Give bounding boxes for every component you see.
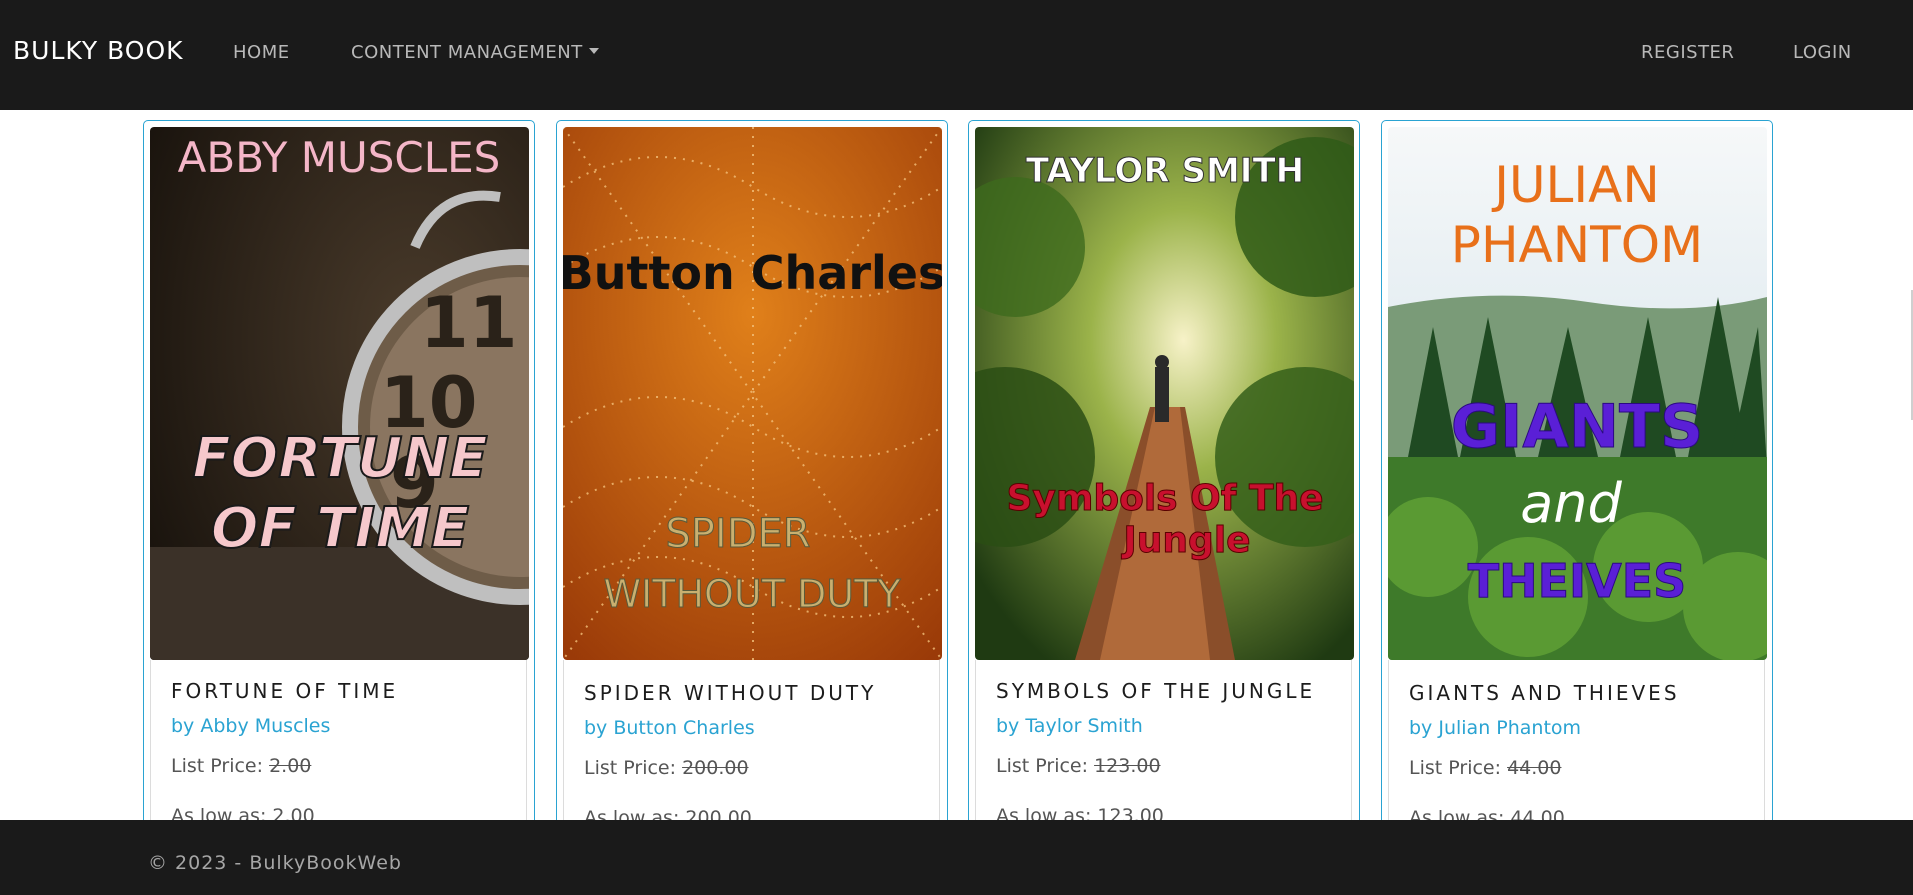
list-price: List Price: 200.00 (584, 757, 749, 779)
book-title: SPIDER WITHOUT DUTY (584, 681, 877, 705)
book-cover-image[interactable]: Button Charles SPIDER WITHOUT DUTY (563, 127, 942, 660)
nav-login[interactable]: LOGIN (1793, 42, 1852, 63)
book-author[interactable]: by Button Charles (584, 717, 755, 739)
card-body: SYMBOLS OF THE JUNGLE by Taylor Smith Li… (975, 660, 1352, 840)
product-card: Button Charles SPIDER WITHOUT DUTY SPIDE… (556, 120, 948, 840)
cover-author-text: Button Charles (563, 246, 942, 300)
book-cover-image[interactable]: 11 10 9 ABBY MUSCLES FORTUNE OF TIME (150, 127, 529, 660)
book-author[interactable]: by Taylor Smith (996, 715, 1143, 737)
list-price: List Price: 123.00 (996, 755, 1161, 777)
list-price-label: List Price: (584, 757, 677, 779)
cover-title-line3: THEIVES (1468, 554, 1687, 608)
caret-down-icon (588, 48, 599, 54)
list-price-label: List Price: (1409, 757, 1502, 779)
nav-content-management-dropdown[interactable]: CONTENT MANAGEMENT (351, 42, 599, 63)
book-author[interactable]: by Julian Phantom (1409, 717, 1581, 739)
nav-home[interactable]: HOME (233, 42, 290, 63)
nav-content-management-label: CONTENT MANAGEMENT (351, 42, 583, 63)
book-cover-image[interactable]: JULIAN PHANTOM GIANTS and THEIVES (1388, 127, 1767, 660)
list-price-value: 123.00 (1094, 755, 1161, 777)
product-card: TAYLOR SMITH Symbols Of The Jungle SYMBO… (968, 120, 1360, 840)
list-price-label: List Price: (171, 755, 264, 777)
list-price: List Price: 2.00 (171, 755, 311, 777)
cover-title-line1: SPIDER (665, 511, 810, 557)
list-price: List Price: 44.00 (1409, 757, 1561, 779)
cover-title-line2: and (1520, 472, 1622, 535)
product-card: 11 10 9 ABBY MUSCLES FORTUNE OF TIME FOR… (143, 120, 535, 840)
book-cover-image[interactable]: TAYLOR SMITH Symbols Of The Jungle (975, 127, 1354, 660)
cover-author-text: ABBY MUSCLES (178, 133, 501, 182)
brand-link[interactable]: BULKY BOOK (13, 36, 184, 65)
card-body: SPIDER WITHOUT DUTY by Button Charles Li… (563, 660, 940, 840)
book-title: SYMBOLS OF THE JUNGLE (996, 679, 1316, 703)
book-title: FORTUNE OF TIME (171, 679, 399, 703)
cover-author-line2: PHANTOM (1451, 216, 1703, 274)
card-body: FORTUNE OF TIME by Abby Muscles List Pri… (150, 660, 527, 840)
list-price-label: List Price: (996, 755, 1089, 777)
list-price-value: 44.00 (1507, 757, 1562, 779)
navbar: BULKY BOOK HOME CONTENT MANAGEMENT REGIS… (0, 0, 1913, 110)
cover-title-line2: WITHOUT DUTY (603, 572, 901, 616)
svg-text:11: 11 (420, 282, 517, 364)
nav-register[interactable]: REGISTER (1641, 42, 1734, 63)
list-price-value: 200.00 (682, 757, 749, 779)
book-title: GIANTS AND THIEVES (1409, 681, 1680, 705)
cover-title-line2: OF TIME (211, 496, 469, 561)
book-author[interactable]: by Abby Muscles (171, 715, 330, 737)
cover-author-line1: JULIAN (1491, 156, 1660, 214)
footer: © 2023 - BulkyBookWeb (0, 820, 1913, 895)
product-card: JULIAN PHANTOM GIANTS and THEIVES GIANTS… (1381, 120, 1773, 840)
cover-title-line2: Jungle (1120, 520, 1250, 561)
cover-title-line1: Symbols Of The (1006, 478, 1323, 519)
list-price-value: 2.00 (269, 755, 312, 777)
cover-author-text: TAYLOR SMITH (1026, 151, 1304, 191)
footer-copyright: © 2023 - BulkyBookWeb (148, 852, 402, 874)
cover-title-line1: FORTUNE (192, 426, 487, 491)
card-body: GIANTS AND THIEVES by Julian Phantom Lis… (1388, 660, 1765, 840)
cover-title-line1: GIANTS (1451, 392, 1703, 462)
